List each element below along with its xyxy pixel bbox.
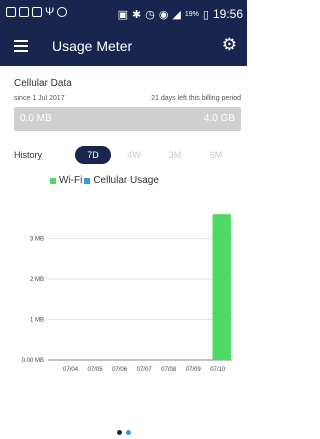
x-tick-label: 07/08 (161, 367, 177, 373)
bluetooth-icon: ✱ (131, 8, 142, 21)
tab-4w[interactable]: 4W (118, 146, 150, 164)
y-tick-label: 1 MB (30, 318, 44, 324)
billing-start: since 1 Jul 2017 (14, 95, 65, 102)
wifi-swatch (50, 177, 56, 184)
app-bar: Usage Meter ⚙ (0, 28, 247, 66)
cellular-swatch (84, 177, 91, 184)
x-tick-label: 07/10 (210, 367, 226, 373)
status-bar: Ψ ▣ ✱ ◷ ◉ ◢ 19% ▯ 19:56 (0, 0, 247, 28)
pause-icon (19, 7, 29, 17)
x-tick-label: 07/05 (88, 367, 104, 373)
tab-6m[interactable]: 6M (200, 146, 232, 164)
page-dot-active[interactable] (126, 430, 131, 435)
gear-icon[interactable]: ⚙ (222, 36, 237, 53)
usage-bar: 0.0 MB 4.0 GB (14, 107, 241, 131)
y-tick-label: 2 MB (30, 277, 44, 283)
usage-chart: 0.00 MB 1 MB 2 MB 3 MB 07/04 07/05 07/06 07/07 0… (22, 214, 232, 373)
notification-icons: Ψ (6, 6, 68, 18)
tab-3m[interactable]: 3M (159, 146, 191, 164)
page-dot[interactable] (117, 430, 122, 435)
signal-icon: ◢ (172, 8, 181, 21)
system-icons: ▣ ✱ ◷ ◉ ◢ 19% ▯ 19:56 (118, 7, 243, 21)
wifi-icon: ◉ (158, 8, 169, 21)
x-tick-label: 07/09 (186, 367, 202, 373)
chat-icon (57, 7, 68, 17)
page-indicator (117, 430, 131, 435)
y-tick-label: 3 MB (30, 237, 44, 243)
cellular-data-title: Cellular Data (14, 78, 72, 89)
tab-7d[interactable]: 7D (75, 146, 111, 164)
legend-wifi: Wi-Fi (59, 175, 83, 186)
usb-icon: Ψ (45, 6, 55, 18)
alarm-icon: ◷ (145, 8, 155, 21)
clock: 19:56 (212, 7, 243, 21)
image-icon: ▣ (117, 8, 128, 21)
history-label: History (14, 150, 43, 160)
usage-used: 0.0 MB (20, 113, 52, 124)
chart-legend: Wi-Fi Cellular Usage (50, 175, 159, 186)
app-icon (32, 7, 42, 17)
x-tick-label: 07/07 (137, 367, 153, 373)
battery-icon: ▯ (202, 8, 209, 21)
y-tick-label: 0.00 MB (22, 358, 44, 364)
x-tick-label: 07/04 (63, 367, 79, 373)
usage-limit: 4.0 GB (203, 113, 235, 124)
battery-percent: 19% (184, 10, 199, 18)
app-title: Usage Meter (52, 38, 133, 54)
bar-wifi (212, 214, 231, 360)
x-tick-label: 07/06 (112, 367, 128, 373)
days-left: 21 days left this billing period (151, 95, 241, 102)
legend-cellular: Cellular Usage (93, 175, 159, 186)
notification-icon (6, 7, 16, 17)
menu-icon[interactable] (14, 40, 28, 52)
